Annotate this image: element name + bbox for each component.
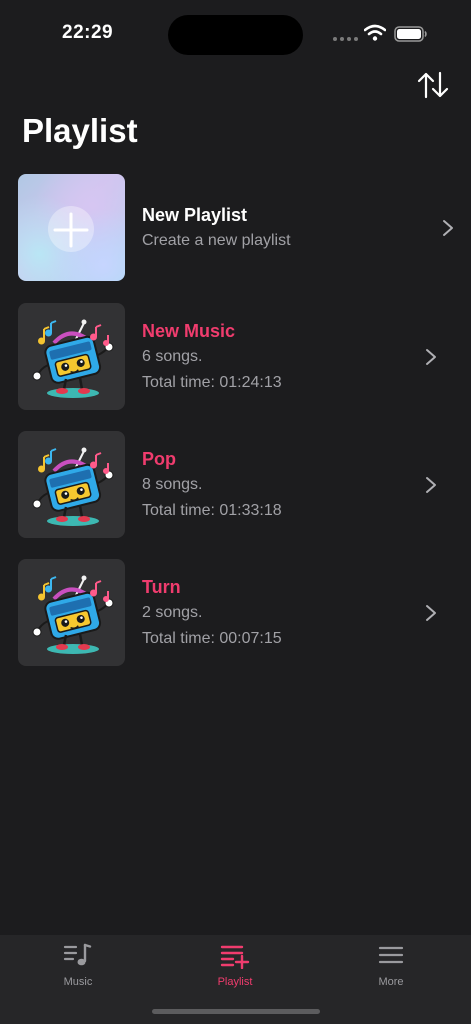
playlist-total-time: Total time: 00:07:15 bbox=[142, 630, 282, 647]
new-playlist-subtitle: Create a new playlist bbox=[142, 232, 291, 249]
music-list-icon bbox=[63, 943, 92, 966]
chevron-right-icon bbox=[425, 476, 437, 494]
playlist-row[interactable]: Turn 2 songs. Total time: 00:07:15 bbox=[0, 559, 471, 667]
playlist-song-count: 2 songs. bbox=[142, 604, 203, 621]
playlist-thumbnail bbox=[18, 431, 125, 538]
playlist-song-count: 6 songs. bbox=[142, 348, 203, 365]
sort-icon[interactable] bbox=[416, 70, 450, 100]
wifi-icon bbox=[364, 24, 386, 41]
playlist-name: Pop bbox=[142, 449, 176, 469]
tab-music-label: Music bbox=[63, 976, 93, 988]
new-playlist-title: New Playlist bbox=[142, 205, 248, 225]
chevron-right-icon bbox=[442, 219, 454, 237]
playlist-thumbnail bbox=[18, 303, 125, 410]
radio-mascot-image bbox=[18, 303, 125, 410]
playlist-row[interactable]: New Music 6 songs. Total time: 01:24:13 bbox=[0, 303, 471, 411]
tab-more-label: More bbox=[378, 976, 404, 988]
new-playlist-thumbnail bbox=[18, 174, 125, 281]
playlist-song-count: 8 songs. bbox=[142, 476, 203, 493]
chevron-right-icon bbox=[425, 348, 437, 366]
dynamic-island bbox=[168, 15, 303, 55]
tab-playlist[interactable]: Playlist bbox=[190, 943, 280, 997]
new-playlist-row[interactable]: New Playlist Create a new playlist bbox=[0, 174, 471, 282]
tab-music[interactable]: Music bbox=[33, 943, 123, 997]
status-time: 22:29 bbox=[62, 22, 114, 43]
screen: 22:29 Playlist New Playlist Create a new… bbox=[0, 0, 471, 1024]
playlist-add-icon bbox=[220, 945, 250, 970]
tab-playlist-label: Playlist bbox=[217, 976, 253, 988]
chevron-right-icon bbox=[425, 604, 437, 622]
playlist-total-time: Total time: 01:33:18 bbox=[142, 502, 282, 519]
playlist-row[interactable]: Pop 8 songs. Total time: 01:33:18 bbox=[0, 431, 471, 539]
radio-mascot-image bbox=[18, 431, 125, 538]
playlist-name: Turn bbox=[142, 577, 181, 597]
playlist-name: New Music bbox=[142, 321, 236, 341]
menu-icon bbox=[378, 946, 404, 964]
tab-more[interactable]: More bbox=[346, 943, 436, 997]
radio-mascot-image bbox=[18, 559, 125, 666]
page-title: Playlist bbox=[22, 112, 138, 149]
playlist-thumbnail bbox=[18, 559, 125, 666]
playlist-total-time: Total time: 01:24:13 bbox=[142, 374, 282, 391]
battery-icon bbox=[394, 26, 427, 42]
plus-icon bbox=[53, 212, 89, 248]
cellular-signal-icon bbox=[333, 37, 358, 41]
home-indicator[interactable] bbox=[152, 1009, 320, 1014]
